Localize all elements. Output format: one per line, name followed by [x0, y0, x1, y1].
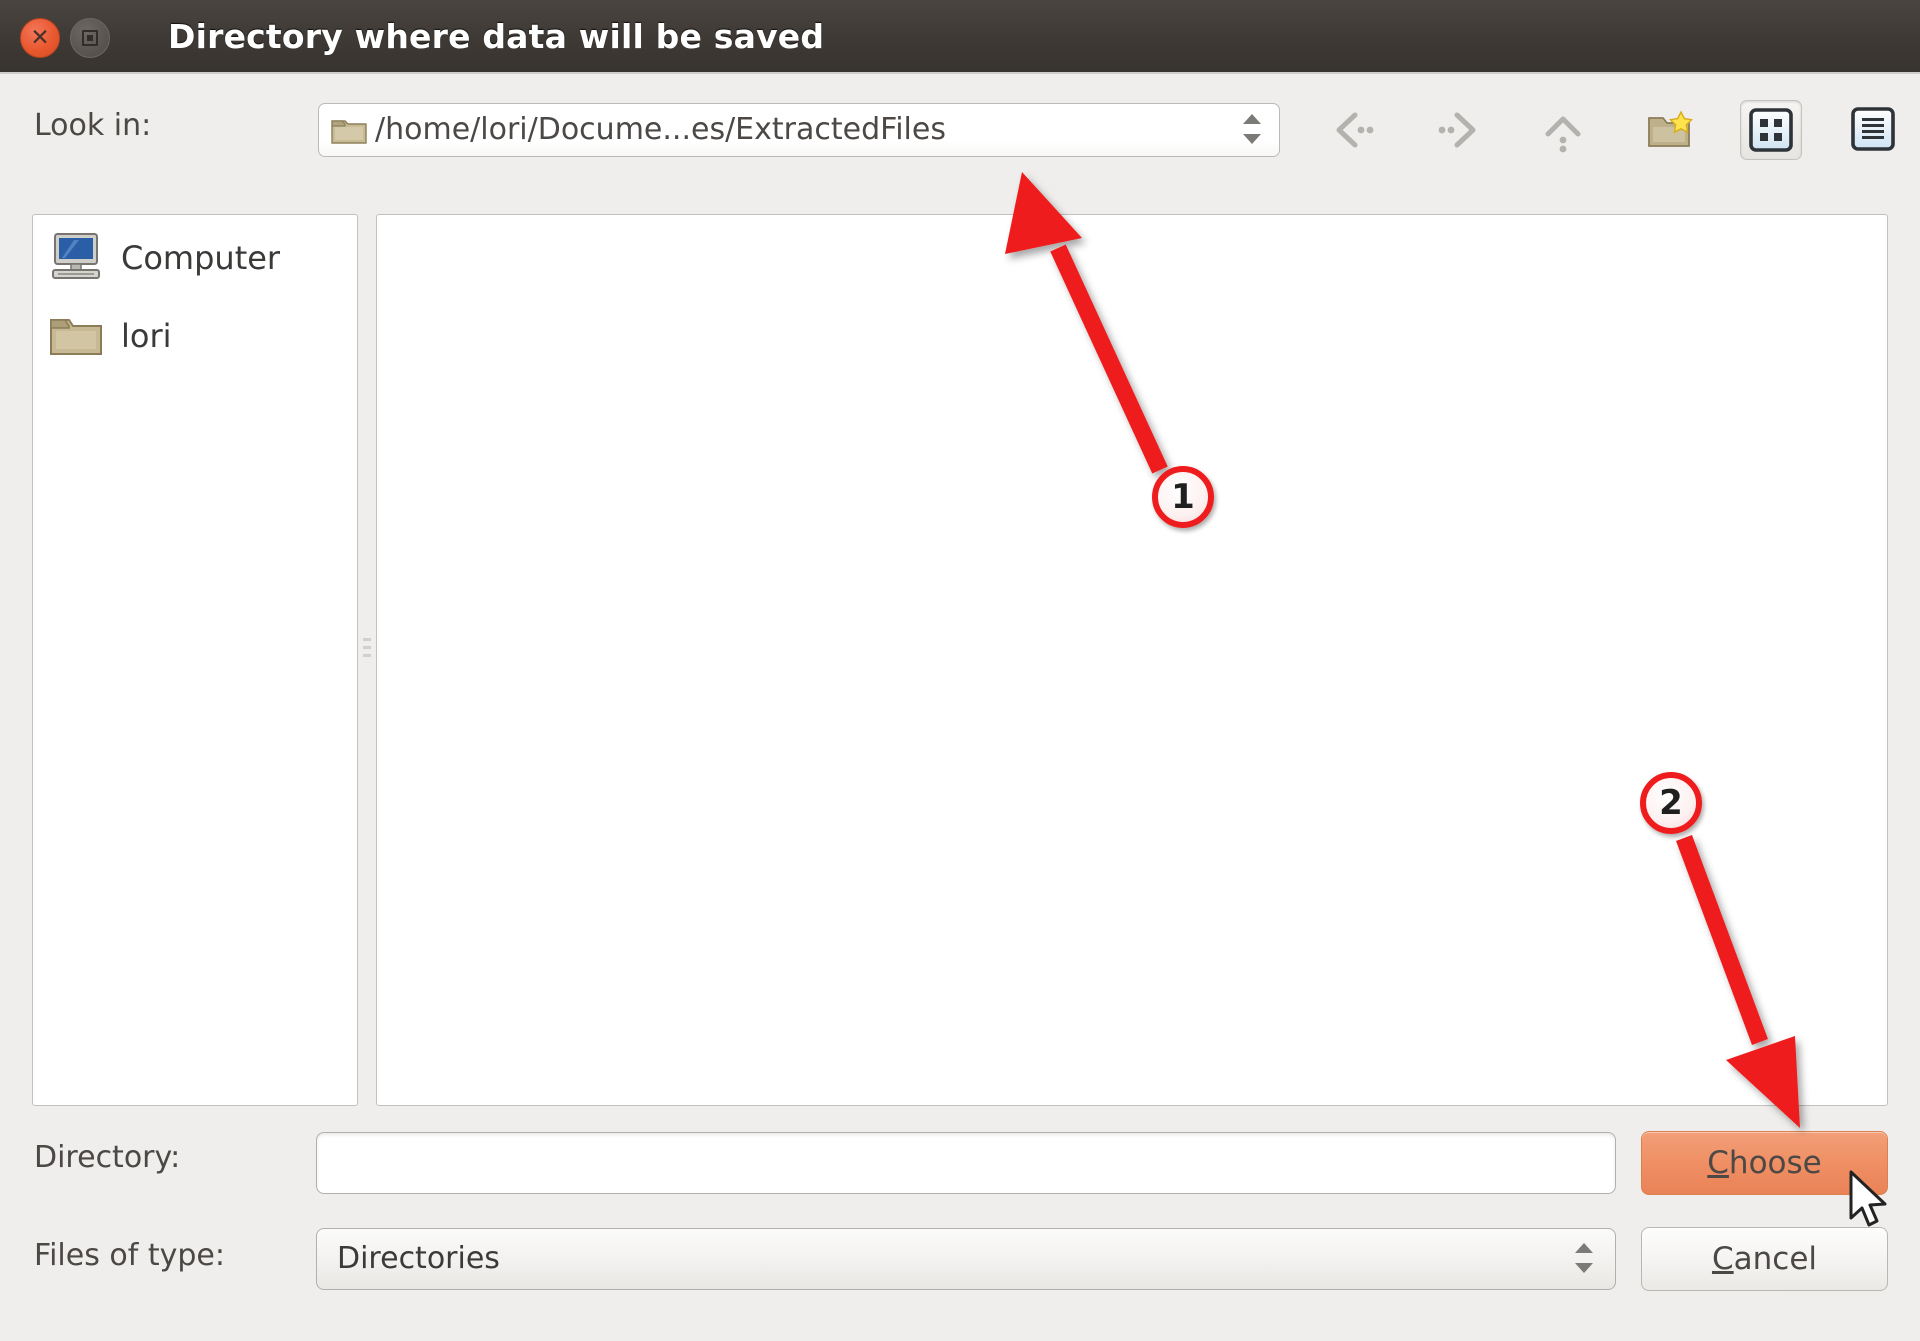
- computer-icon: [52, 233, 100, 279]
- sidebar-item-computer[interactable]: Computer: [33, 219, 357, 297]
- cancel-button-label: Cancel: [1642, 1228, 1887, 1290]
- maximize-button[interactable]: [70, 18, 110, 58]
- callout-badge-1: 1: [1152, 466, 1214, 528]
- parent-directory-icon: [1545, 116, 1581, 153]
- path-spinner[interactable]: [1237, 110, 1267, 150]
- accel-char: C: [1707, 1145, 1729, 1181]
- close-button[interactable]: ✕: [20, 18, 60, 58]
- new-folder-icon: [1648, 110, 1693, 147]
- detail-view-button[interactable]: [1842, 100, 1904, 160]
- files-of-type-value: Directories: [337, 1241, 500, 1276]
- sidebar-places-list[interactable]: Computer lori: [32, 214, 358, 1106]
- directory-input[interactable]: [316, 1132, 1616, 1194]
- title-bar: ✕ Directory where data will be saved: [0, 0, 1920, 74]
- new-folder-button[interactable]: [1638, 100, 1700, 160]
- grip-dot: [363, 638, 371, 641]
- file-list-view[interactable]: [376, 214, 1888, 1106]
- grid-view-icon: [1749, 108, 1793, 152]
- grip-dot: [363, 646, 371, 649]
- list-view-icon: [1851, 107, 1895, 151]
- sidebar-item-lori[interactable]: lori: [33, 297, 357, 375]
- maximize-icon: [82, 30, 98, 46]
- window-title: Directory where data will be saved: [168, 17, 825, 56]
- chevron-up-icon: [1575, 1243, 1593, 1253]
- forward-arrow-icon: [1438, 112, 1476, 148]
- chevron-up-icon: [1243, 114, 1261, 124]
- label-rest: hoose: [1728, 1145, 1822, 1181]
- close-icon: ✕: [30, 25, 50, 51]
- folder-icon: [50, 319, 102, 355]
- file-dialog-window: ✕ Directory where data will be saved Loo…: [0, 0, 1920, 1341]
- grip-dot: [363, 654, 371, 657]
- mouse-pointer-cursor: [1849, 1170, 1887, 1227]
- folder-icon: [331, 120, 367, 144]
- icon-view-button[interactable]: [1740, 100, 1802, 160]
- sidebar-item-label: Computer: [121, 239, 281, 277]
- directory-label: Directory:: [34, 1140, 181, 1175]
- accel-char: C: [1711, 1241, 1734, 1277]
- path-text: /home/lori/Docume...es/ExtractedFiles: [375, 112, 946, 147]
- forward-button[interactable]: [1428, 100, 1490, 160]
- files-of-type-label: Files of type:: [34, 1238, 225, 1273]
- callout-badge-2: 2: [1640, 772, 1702, 834]
- splitter-handle[interactable]: [360, 214, 374, 1106]
- sidebar-item-label: lori: [121, 317, 172, 355]
- back-arrow-icon: [1336, 112, 1374, 148]
- chevron-down-icon: [1575, 1263, 1593, 1273]
- files-of-type-combobox[interactable]: Directories: [316, 1228, 1616, 1290]
- parent-directory-button[interactable]: [1532, 100, 1594, 160]
- look-in-label: Look in:: [34, 108, 152, 143]
- files-of-type-spinner[interactable]: [1569, 1239, 1599, 1279]
- label-rest: ancel: [1733, 1241, 1818, 1277]
- chevron-down-icon: [1243, 134, 1261, 144]
- cancel-button[interactable]: Cancel: [1641, 1227, 1888, 1291]
- back-button[interactable]: [1322, 100, 1384, 160]
- path-combobox[interactable]: /home/lori/Docume...es/ExtractedFiles: [318, 103, 1280, 157]
